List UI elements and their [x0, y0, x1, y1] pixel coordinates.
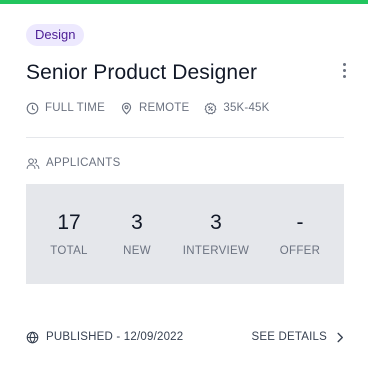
more-options-button[interactable]	[336, 60, 352, 80]
applicants-label: APPLICANTS	[46, 157, 121, 169]
map-pin-icon	[121, 102, 132, 114]
stat-label: OFFER	[279, 245, 321, 257]
applicant-stats: 17 TOTAL 3 NEW 3 INTERVIEW - OFFER	[26, 184, 344, 284]
job-title: Senior Product Designer	[26, 61, 258, 84]
job-location-label: REMOTE	[138, 102, 190, 114]
job-type-label: FULL TIME	[45, 102, 105, 114]
job-card: Design Senior Product Designer FULL TIME…	[0, 0, 368, 365]
chevron-right-icon	[337, 332, 343, 342]
divider	[26, 137, 344, 138]
more-vertical-icon	[342, 62, 346, 66]
see-details-label: SEE DETAILS	[251, 331, 327, 343]
published-label: PUBLISHED - 12/09/2022	[46, 331, 184, 343]
job-salary-label: 35K-45K	[223, 102, 270, 114]
users-icon	[26, 157, 40, 169]
job-meta: FULL TIME REMOTE 35K-45K	[26, 99, 285, 117]
see-details-link[interactable]: SEE DETAILS	[252, 331, 345, 343]
applicants-header: APPLICANTS	[26, 154, 121, 172]
clock-icon	[26, 102, 39, 114]
job-location: REMOTE	[120, 102, 189, 115]
card-footer: PUBLISHED - 12/09/2022 SEE DETAILS	[26, 328, 344, 346]
top-accent-bar	[0, 0, 368, 4]
money-badge-icon	[204, 102, 217, 114]
published-date: PUBLISHED - 12/09/2022	[26, 330, 184, 344]
stat-value: -	[296, 211, 304, 234]
globe-icon	[26, 330, 39, 344]
job-type: FULL TIME	[26, 102, 105, 115]
job-salary: 35K-45K	[204, 102, 269, 115]
category-tag: Design	[26, 24, 85, 46]
